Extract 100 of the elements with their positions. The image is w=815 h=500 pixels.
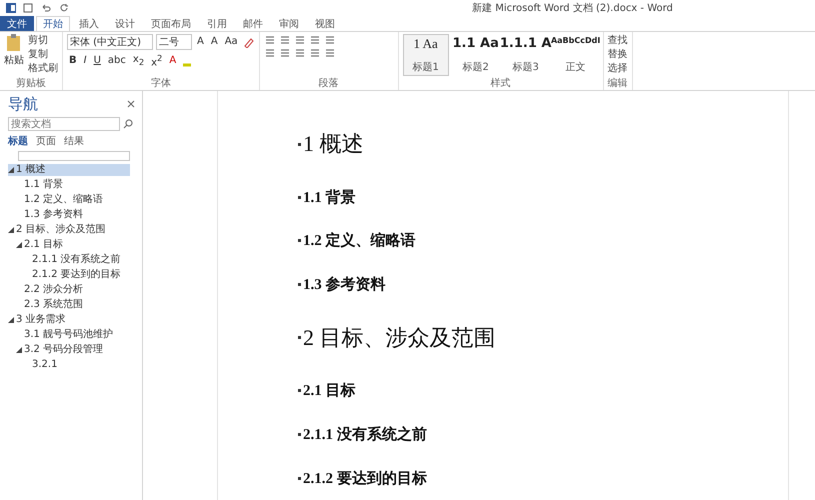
font-family-field[interactable]: 宋体 (中文正文) (67, 34, 153, 50)
expand-triangle-icon[interactable] (8, 167, 14, 173)
group-label: 剪贴板 (15, 78, 47, 90)
font-command[interactable]: U (92, 54, 103, 68)
paragraph-mark-icon (298, 476, 301, 480)
editing-command[interactable]: 替换 (608, 48, 628, 61)
clipboard-command[interactable]: 剪切 (28, 34, 58, 47)
outline-item[interactable]: 1.3 参考资料 (8, 209, 130, 221)
paragraph-mark-icon (298, 336, 301, 340)
pane-title: 导航 (8, 95, 38, 114)
paste-button[interactable]: 粘贴 (4, 34, 24, 67)
outline-label: 3.2 号码分段管理 (24, 344, 104, 356)
paragraph-mark-icon (298, 142, 301, 146)
font-size-field[interactable]: 二号 (156, 34, 192, 50)
outline-label: 2.1.2 要达到的目标 (32, 269, 121, 281)
outline-label: 2.1 目标 (24, 239, 64, 251)
font-command[interactable]: A (167, 54, 178, 68)
editing-command[interactable]: 查找 (608, 34, 628, 47)
outline-item[interactable]: 1 概述 (8, 164, 130, 176)
font-command[interactable]: Aa (222, 35, 240, 49)
font-command[interactable]: A (208, 35, 220, 49)
style-name: 标题1 (412, 60, 439, 74)
ribbon-tab[interactable]: 插入 (72, 16, 106, 31)
expand-triangle-icon[interactable] (16, 347, 22, 353)
clipboard-command[interactable]: 复制 (28, 48, 58, 61)
outline-item[interactable]: 2.1 目标 (8, 239, 130, 251)
group-label: 段落 (318, 78, 340, 90)
pane-tab[interactable]: 标题 (8, 134, 28, 148)
pane-tab[interactable]: 页面 (36, 134, 56, 148)
group-label: 样式 (490, 78, 512, 90)
outline-item[interactable]: 2.1.1 没有系统之前 (8, 254, 130, 266)
document-heading: 1.2 定义、缩略语 (303, 231, 416, 250)
style-sample: AaBbCcDdI (550, 36, 600, 45)
outline-item[interactable]: 2.1.2 要达到的目标 (8, 269, 130, 281)
document-heading: 2.1.1 没有系统之前 (303, 425, 427, 444)
outline-item[interactable]: 3.2.1 (8, 359, 130, 371)
expand-triangle-icon[interactable] (16, 242, 22, 248)
expand-triangle-icon[interactable] (8, 227, 14, 233)
outline-item[interactable]: 3 业务需求 (8, 314, 130, 326)
paragraph-mark-icon (298, 196, 301, 199)
redo-icon[interactable] (58, 2, 70, 14)
clipboard-icon (6, 34, 22, 52)
outline-item[interactable]: 1.2 定义、缩略语 (8, 194, 130, 206)
editing-command[interactable]: 选择 (608, 62, 628, 75)
document-heading: 1 概述 (303, 130, 364, 158)
expand-triangle-icon[interactable] (8, 317, 14, 323)
paragraph-mark-icon (298, 389, 301, 392)
search-field[interactable]: 搜索文档 (8, 117, 120, 131)
style-sample: 1.1 Aa (452, 36, 499, 51)
outline-label: 3 业务需求 (16, 314, 66, 326)
font-command[interactable]: A (195, 35, 206, 49)
style-name: 标题3 (512, 60, 539, 74)
document-heading: 2 目标、涉众及范围 (303, 324, 496, 352)
font-command[interactable]: B (67, 54, 79, 68)
outline-item[interactable]: 3.2 号码分段管理 (8, 344, 130, 356)
style-gallery-item[interactable]: AaBbCcDdI 正文 (552, 34, 599, 76)
outline-label: 2.2 涉众分析 (24, 284, 84, 296)
font-command[interactable]: x$^{2}$ (149, 51, 164, 70)
pane-tab[interactable]: 结果 (64, 134, 84, 148)
outline-label: 1.1 背景 (24, 179, 64, 191)
ribbon-tab[interactable]: 开始 (36, 16, 70, 31)
outline-item[interactable]: 2.2 涉众分析 (8, 284, 130, 296)
outline-label: 3.2.1 (32, 359, 58, 371)
paragraph-mark-icon (298, 239, 301, 242)
outline-item[interactable]: 1.1 背景 (8, 179, 130, 191)
outline-label: 3.1 靓号号码池维护 (24, 329, 114, 341)
style-name: 标题2 (462, 60, 489, 74)
style-gallery-item[interactable]: 1 Aa 标题1 (402, 34, 449, 76)
ribbon-tab[interactable]: 引用 (200, 16, 234, 31)
highlight-pen-icon[interactable] (242, 36, 255, 48)
undo-icon[interactable] (40, 2, 52, 14)
file-tab[interactable]: 文件 (0, 16, 34, 31)
group-label: 编辑 (608, 78, 628, 90)
outline-label: 2.3 系统范围 (24, 299, 84, 311)
outline-item[interactable]: 2.3 系统范围 (8, 299, 130, 311)
ribbon-tab[interactable]: 页面布局 (144, 16, 198, 31)
style-gallery-item[interactable]: 1.1 Aa 标题2 (452, 34, 499, 76)
outline-item[interactable]: 3.1 靓号号码池维护 (8, 329, 130, 341)
outline-item[interactable]: 2 目标、涉众及范围 (8, 224, 130, 236)
style-name: 正文 (566, 60, 586, 74)
font-command[interactable]: x$_{2}$ (130, 52, 146, 69)
ribbon-tab[interactable]: 邮件 (236, 16, 270, 31)
ribbon-tab[interactable]: 设计 (108, 16, 142, 31)
outline-label: 1.3 参考资料 (24, 209, 84, 221)
word-logo-icon (6, 3, 16, 13)
document-heading: 2.1.2 要达到的目标 (303, 469, 427, 488)
style-gallery-item[interactable]: 1.1.1 A 标题3 (502, 34, 549, 76)
window-title: 新建 Microsoft Word 文档 (2).docx - Word (471, 2, 674, 15)
outline-label: 2 目标、涉众及范围 (16, 224, 106, 236)
ribbon-tab[interactable]: 审阅 (272, 16, 306, 31)
ribbon-tab[interactable]: 视图 (308, 16, 342, 31)
style-sample: 1.1.1 A (500, 36, 552, 51)
document-heading: 1.3 参考资料 (303, 275, 386, 294)
clipboard-command[interactable]: 格式刷 (28, 62, 58, 75)
paragraph-mark-icon (298, 432, 301, 436)
search-icon[interactable] (122, 118, 134, 130)
group-label: 字体 (150, 78, 172, 90)
paragraph-mark-icon (298, 283, 301, 286)
font-command[interactable]: abc (106, 54, 128, 68)
font-command[interactable]: I (82, 54, 89, 68)
